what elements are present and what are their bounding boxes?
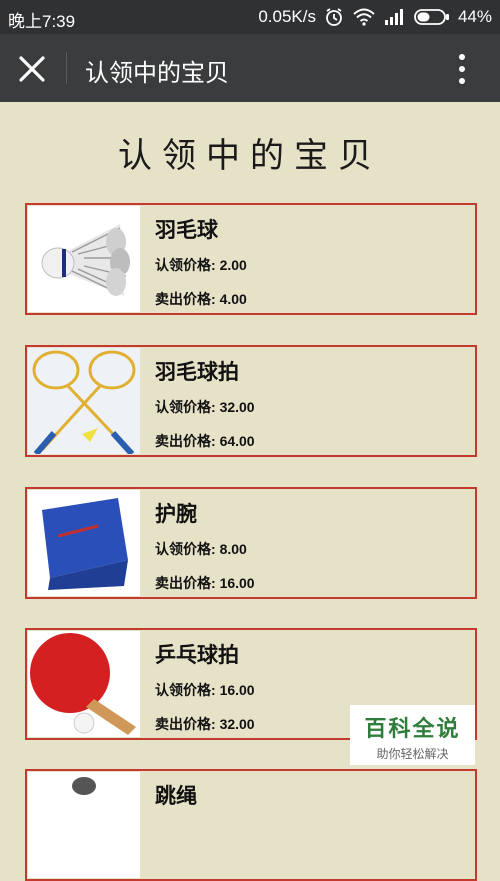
sell-price-value: 4.00 [219,291,247,307]
item-name: 护腕 [155,503,197,526]
claim-price-label: 认领价格 [155,541,211,557]
item-name: 羽毛球 [155,219,218,242]
signal-icon [384,9,403,25]
status-time: 晚上7:39 [8,12,76,31]
claim-price-label: 认领价格 [155,682,211,698]
claim-price-value: 32.00 [219,399,255,415]
item-name: 乒乓球拍 [155,644,239,667]
alarm-icon [326,8,342,26]
status-bar: 晚上7:39 0.05K/s 44% [0,0,500,34]
item-card-wristband[interactable]: 护腕 认领价格: 8.00 卖出价格: 16.00 [25,487,477,599]
item-name: 羽毛球拍 [155,361,239,384]
item-card-shuttlecock[interactable]: 羽毛球 认领价格: 2.00 卖出价格: 4.00 [25,203,477,315]
item-card-badminton-racket[interactable]: 羽毛球拍 认领价格: 32.00 卖出价格: 64.00 [25,345,477,457]
sell-price-row: 卖出价格: 64.00 [155,433,255,449]
claim-price-label: 认领价格 [155,257,211,273]
network-speed: 0.05K/s [258,7,316,26]
wifi-icon [353,8,375,26]
sell-price-label: 卖出价格 [155,575,211,591]
item-card-jump-rope[interactable]: 跳绳 [25,769,477,881]
nav-bar: 认领中的宝贝 [0,34,500,102]
claim-price-value: 16.00 [219,682,255,698]
jump-rope-image [28,772,140,878]
shuttlecock-image [28,206,140,312]
sell-price-row: 卖出价格: 16.00 [155,575,255,591]
sell-price-row: 卖出价格: 32.00 [155,716,255,732]
battery-icon [414,9,449,25]
ping-pong-paddle-image [28,631,140,737]
page-title: 认领中的宝贝 [118,136,382,176]
sell-price-value: 16.00 [219,575,255,591]
nav-divider [66,52,67,84]
watermark-main-text: 百科全说 [364,716,461,741]
claim-price-row: 认领价格: 16.00 [155,682,255,698]
sell-price-row: 卖出价格: 4.00 [155,291,247,307]
claim-price-row: 认领价格: 32.00 [155,399,255,415]
watermark-logo: 百科全说 助你轻松解决 [350,705,475,765]
wristband-image [28,490,140,596]
claim-price-row: 认领价格: 2.00 [155,257,247,273]
sell-price-label: 卖出价格 [155,433,211,449]
battery-level: 44% [457,7,492,26]
status-right-group: 0.05K/s 44% [258,7,492,27]
watermark-sub-text: 助你轻松解决 [376,747,449,761]
claim-price-label: 认领价格 [155,399,211,415]
close-icon[interactable] [14,51,50,87]
claim-price-value: 8.00 [219,541,247,557]
sell-price-label: 卖出价格 [155,291,211,307]
item-name: 跳绳 [155,785,197,808]
badminton-rackets-image [28,348,140,454]
sell-price-value: 32.00 [219,716,255,732]
sell-price-label: 卖出价格 [155,716,211,732]
claim-price-value: 2.00 [219,257,247,273]
nav-title: 认领中的宝贝 [85,60,229,87]
more-vertical-icon[interactable] [448,52,476,86]
sell-price-value: 64.00 [219,433,255,449]
claim-price-row: 认领价格: 8.00 [155,541,247,557]
